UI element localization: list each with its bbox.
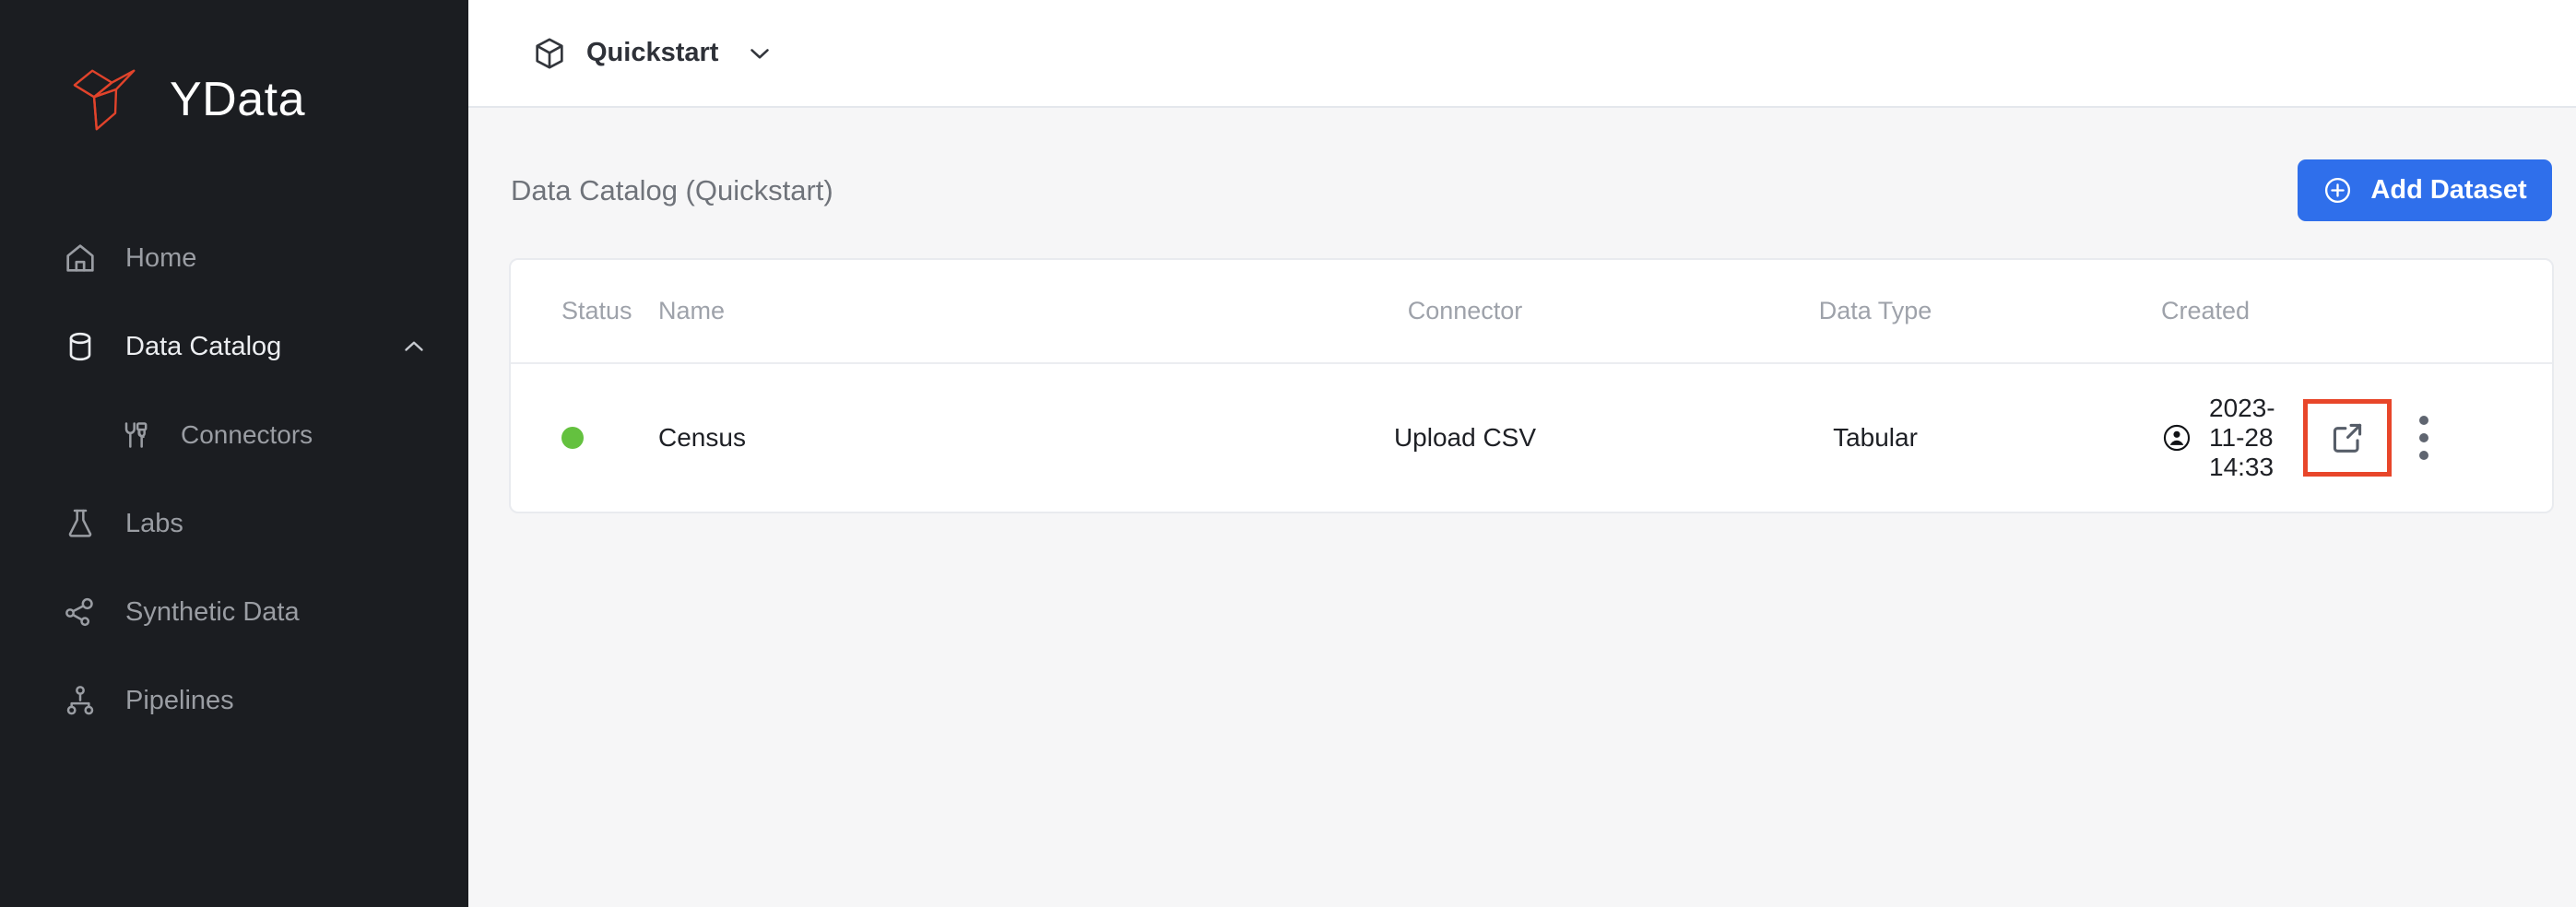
kebab-dot (2418, 451, 2428, 460)
pipeline-icon (61, 681, 100, 720)
column-header-connector: Connector (1407, 297, 1523, 324)
sidebar-item-label: Data Catalog (125, 331, 282, 361)
table-header-row: Status Name Connector Data Type Created (511, 260, 2552, 364)
created-cell: 2023-11-28 14:33 (2069, 394, 2275, 482)
datasets-table: Status Name Connector Data Type Created … (509, 258, 2554, 513)
share-nodes-icon (61, 593, 100, 631)
page-title: Data Catalog (Quickstart) (511, 173, 833, 206)
sidebar-item-connectors[interactable]: Connectors (0, 391, 468, 479)
workspace-switcher[interactable]: Quickstart (531, 35, 775, 72)
sidebar-item-label: Synthetic Data (125, 596, 300, 627)
workspace-name: Quickstart (586, 38, 719, 67)
kebab-dot (2418, 416, 2428, 425)
cube-icon (531, 35, 568, 72)
external-link-icon (2327, 418, 2368, 458)
sidebar-item-pipelines[interactable]: Pipelines (0, 656, 468, 745)
kebab-menu-icon[interactable] (2399, 406, 2449, 470)
app-root: YData Home Data Catalog Connectors Labs … (0, 0, 2576, 907)
sidebar: YData Home Data Catalog Connectors Labs … (0, 0, 468, 907)
sidebar-item-label: Labs (125, 508, 183, 538)
home-icon (61, 239, 100, 277)
chevron-down-icon[interactable] (744, 38, 775, 69)
brand-name: YData (170, 73, 306, 126)
sidebar-item-synthetic-data[interactable]: Synthetic Data (0, 568, 468, 656)
sidebar-item-label: Home (125, 242, 197, 273)
kebab-dot (2418, 433, 2428, 442)
database-icon (61, 327, 100, 366)
plus-circle-icon (2322, 175, 2353, 206)
status-badge (561, 427, 584, 449)
table-row[interactable]: Census Upload CSV Tabular 2023-11-28 14:… (511, 364, 2552, 512)
top-bar: Quickstart (468, 0, 2576, 108)
sidebar-item-label: Connectors (181, 420, 313, 449)
open-dataset-button[interactable] (2302, 399, 2392, 477)
brand-logo[interactable]: YData (0, 0, 468, 142)
main-area: Quickstart Data Catalog (Quickstart) Add… (468, 0, 2576, 907)
column-header-name: Name (658, 297, 726, 324)
sidebar-item-home[interactable]: Home (0, 214, 468, 302)
created-timestamp: 2023-11-28 14:33 (2209, 394, 2275, 481)
plug-icon (116, 416, 155, 454)
sidebar-item-labs[interactable]: Labs (0, 479, 468, 568)
user-circle-icon (2161, 422, 2192, 454)
add-dataset-button[interactable]: Add Dataset (2298, 159, 2552, 221)
ydata-logo-icon (61, 57, 149, 142)
dataset-name: Census (658, 423, 746, 452)
row-actions (2275, 399, 2552, 477)
column-header-created: Created (2161, 297, 2251, 324)
sidebar-item-data-catalog[interactable]: Data Catalog (0, 302, 468, 391)
dataset-connector: Upload CSV (1393, 423, 1537, 452)
flask-icon (61, 504, 100, 543)
sidebar-nav: Home Data Catalog Connectors Labs Synthe… (0, 214, 468, 745)
add-dataset-label: Add Dataset (2370, 175, 2527, 205)
sidebar-item-label: Pipelines (125, 685, 234, 715)
page-header: Data Catalog (Quickstart) Add Dataset (511, 108, 2552, 258)
column-header-data-type: Data Type (1818, 297, 1932, 324)
page-content: Data Catalog (Quickstart) Add Dataset St… (468, 108, 2576, 513)
status-cell (511, 427, 658, 449)
column-header-status: Status (561, 297, 632, 324)
chevron-up-icon[interactable] (398, 331, 430, 362)
dataset-data-type: Tabular (1833, 423, 1918, 452)
